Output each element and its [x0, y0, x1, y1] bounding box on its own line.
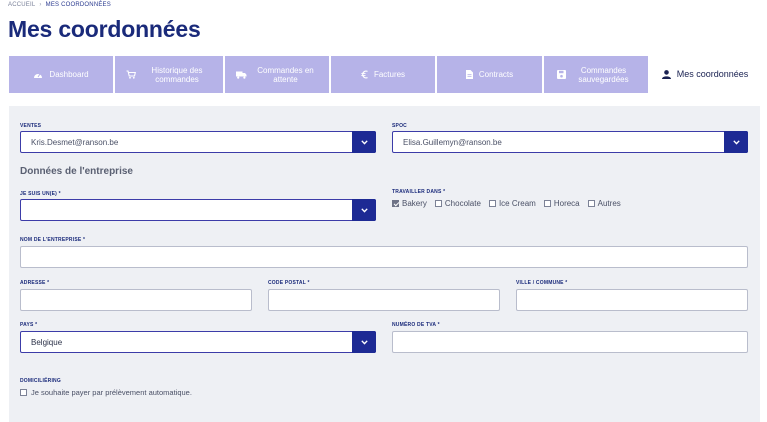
checkbox-icon[interactable] — [587, 200, 595, 207]
tab-commandes-sauvegardees[interactable]: Commandes sauvegardées — [544, 56, 648, 93]
tab-contracts[interactable]: Contracts — [437, 56, 542, 93]
travailler-checkbox-group: Bakery Chocolate Ice Cream Horeca Autres — [392, 199, 621, 208]
checkbox-checked-icon[interactable] — [392, 200, 399, 207]
ventes-select[interactable]: Kris.Desmet@ranson.be — [20, 131, 376, 153]
checkbox-autres[interactable]: Autres — [587, 199, 621, 208]
nom-entreprise-input[interactable] — [20, 246, 748, 268]
checkbox-icon[interactable] — [488, 200, 496, 207]
je-suis-label: JE SUIS UN(E) * — [20, 191, 61, 197]
pays-select[interactable]: Belgique — [20, 331, 376, 353]
tab-label: Historique des commandes — [151, 65, 203, 84]
tab-bar: Dashboard Historique des commandes Comma… — [9, 56, 760, 93]
checkbox-label: Ice Cream — [498, 199, 536, 208]
tab-label: Commandes sauvegardées — [578, 65, 629, 84]
tab-historique[interactable]: Historique des commandes — [115, 56, 223, 93]
spoc-label: SPOC — [392, 123, 407, 129]
page-title: Mes coordonnées — [8, 16, 201, 42]
checkbox-label: Horeca — [553, 199, 580, 208]
checkbox-label: Je souhaite payer par prélèvement automa… — [31, 388, 192, 397]
ventes-value: Kris.Desmet@ranson.be — [31, 137, 119, 147]
checkbox-label: Chocolate — [444, 199, 481, 208]
pays-value: Belgique — [31, 337, 63, 347]
spoc-value: Elisa.Guillemyn@ranson.be — [403, 137, 502, 147]
checkbox-icon[interactable] — [20, 389, 27, 396]
breadcrumb: ACCUEIL › MES COORDONNÉES — [8, 2, 111, 8]
breadcrumb-home[interactable]: ACCUEIL — [8, 2, 35, 8]
checkbox-icon[interactable] — [543, 200, 551, 207]
euro-icon — [361, 70, 368, 79]
cart-icon — [126, 70, 136, 79]
tab-label: Contracts — [478, 70, 514, 79]
checkbox-horeca[interactable]: Horeca — [543, 199, 580, 208]
pays-label: PAYS * — [20, 322, 38, 328]
code-postal-input[interactable] — [268, 289, 500, 311]
tab-mes-coordonnees[interactable]: Mes coordonnées — [650, 56, 760, 93]
ventes-label: VENTES — [20, 123, 42, 129]
chevron-down-icon[interactable] — [352, 131, 376, 153]
file-icon — [465, 70, 473, 79]
dashboard-gauge-icon — [34, 73, 43, 78]
travailler-label: TRAVAILLER DANS * — [392, 189, 446, 195]
truck-icon — [235, 71, 246, 79]
checkbox-chocolate[interactable]: Chocolate — [434, 199, 481, 208]
chevron-down-icon[interactable] — [724, 131, 748, 153]
tab-factures[interactable]: Factures — [331, 56, 435, 93]
user-icon — [661, 70, 671, 79]
breadcrumb-current: MES COORDONNÉES — [45, 2, 111, 8]
tab-label: Dashboard — [49, 70, 89, 79]
checkbox-bakery[interactable]: Bakery — [392, 199, 427, 208]
adresse-label: ADRESSE * — [20, 280, 50, 286]
tab-commandes-attente[interactable]: Commandes en attente — [225, 56, 329, 93]
breadcrumb-separator: › — [39, 2, 42, 8]
tab-label: Commandes en attente — [257, 65, 314, 84]
save-icon — [556, 70, 566, 79]
nom-entreprise-label: NOM DE L'ENTREPRISE * — [20, 237, 86, 243]
checkbox-label: Bakery — [402, 199, 427, 208]
checkbox-ice-cream[interactable]: Ice Cream — [488, 199, 536, 208]
tab-label: Factures — [373, 70, 406, 79]
ville-input[interactable] — [516, 289, 748, 311]
checkbox-prelevement[interactable]: Je souhaite payer par prélèvement automa… — [20, 388, 192, 397]
tva-input[interactable] — [392, 331, 748, 353]
domiciliering-label: DOMICILIËRING — [20, 378, 61, 384]
section-title: Données de l'entreprise — [20, 166, 133, 177]
tab-dashboard[interactable]: Dashboard — [9, 56, 113, 93]
checkbox-icon[interactable] — [434, 200, 442, 207]
chevron-down-icon[interactable] — [352, 331, 376, 353]
tab-label: Mes coordonnées — [676, 69, 749, 79]
tva-label: NUMÉRO DE TVA * — [392, 322, 440, 328]
code-postal-label: CODE POSTAL * — [268, 280, 310, 286]
je-suis-select[interactable] — [20, 199, 376, 221]
ville-label: VILLE / COMMUNE * — [516, 280, 568, 286]
chevron-down-icon[interactable] — [352, 199, 376, 221]
checkbox-label: Autres — [597, 199, 621, 208]
adresse-input[interactable] — [20, 289, 252, 311]
spoc-select[interactable]: Elisa.Guillemyn@ranson.be — [392, 131, 748, 153]
